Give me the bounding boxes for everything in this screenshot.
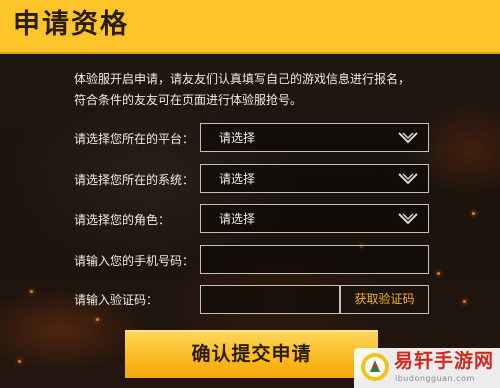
get-code-button[interactable]: 获取验证码 [340,285,429,314]
chevron-down-icon [398,213,418,225]
platform-label: 请选择您所在的平台： [74,132,195,146]
chevron-down-icon [398,132,418,144]
phone-input[interactable] [200,245,429,274]
submit-button[interactable]: 确认提交申请 [125,330,378,378]
ember-decoration [96,318,99,321]
intro-line: 体验服开启申请，请友友们认真填写自己的游戏信息进行报名， [74,72,411,86]
ember-decoration [18,360,21,363]
intro-line: 符合条件的友友可在页面进行体验服抢号。 [74,93,303,107]
ember-decoration [472,212,475,215]
ember-decoration [463,300,466,303]
role-select-value: 请选择 [219,212,256,226]
watermark-title: 易轩手游网 [394,350,495,372]
platform-select-value: 请选择 [219,131,256,145]
role-select[interactable]: 请选择 [200,204,429,233]
logo-icon [361,353,389,381]
phone-label: 请输入您的手机号码： [74,254,195,268]
intro-text: 体验服开启申请，请友友们认真填写自己的游戏信息进行报名， 符合条件的友友可在页面… [74,69,484,111]
page-title: 申请资格 [13,9,129,40]
system-select-value: 请选择 [219,172,256,186]
site-watermark: 易轩手游网 ibudongguan.com [354,348,500,388]
ember-decoration [437,272,440,275]
ember-decoration [30,290,33,293]
system-select[interactable]: 请选择 [200,164,429,193]
system-label: 请选择您所在的系统： [74,173,195,187]
header-bar: 申请资格 [0,0,500,54]
verification-code-input[interactable] [200,285,340,314]
chevron-down-icon [398,173,418,185]
platform-select[interactable]: 请选择 [200,123,429,152]
role-label: 请选择您的角色： [74,213,171,227]
code-label: 请输入验证码： [74,293,159,307]
watermark-url: ibudongguan.com [395,374,475,383]
